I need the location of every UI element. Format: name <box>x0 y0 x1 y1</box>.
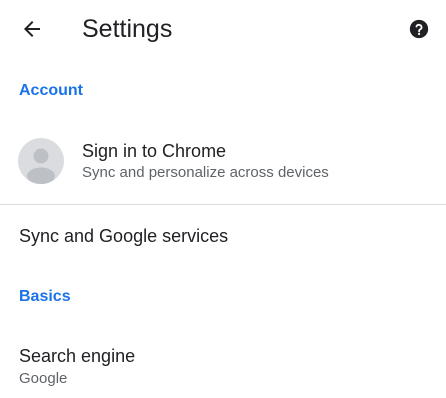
search-engine-title: Search engine <box>19 346 136 366</box>
section-header-account: Account <box>19 82 83 99</box>
search-engine-value: Google <box>19 370 68 387</box>
back-button[interactable] <box>10 7 54 51</box>
arrow-back-icon <box>24 21 40 37</box>
default-avatar-icon <box>18 138 64 184</box>
sign-in-row[interactable]: Sign in to Chrome Sync and personalize a… <box>0 122 446 202</box>
divider <box>0 204 446 205</box>
section-header-basics: Basics <box>19 288 71 305</box>
help-button[interactable] <box>400 9 438 49</box>
sign-in-title: Sign in to Chrome <box>82 141 227 161</box>
help-circle-icon <box>409 19 429 39</box>
sync-google-services-row[interactable]: Sync and Google services <box>0 212 446 262</box>
search-engine-row[interactable]: Search engine Google <box>0 332 446 396</box>
settings-toolbar: Settings <box>0 0 446 58</box>
page-title: Settings <box>82 15 173 43</box>
sign-in-subtitle: Sync and personalize across devices <box>82 164 329 181</box>
sync-google-services-title: Sync and Google services <box>19 226 229 246</box>
